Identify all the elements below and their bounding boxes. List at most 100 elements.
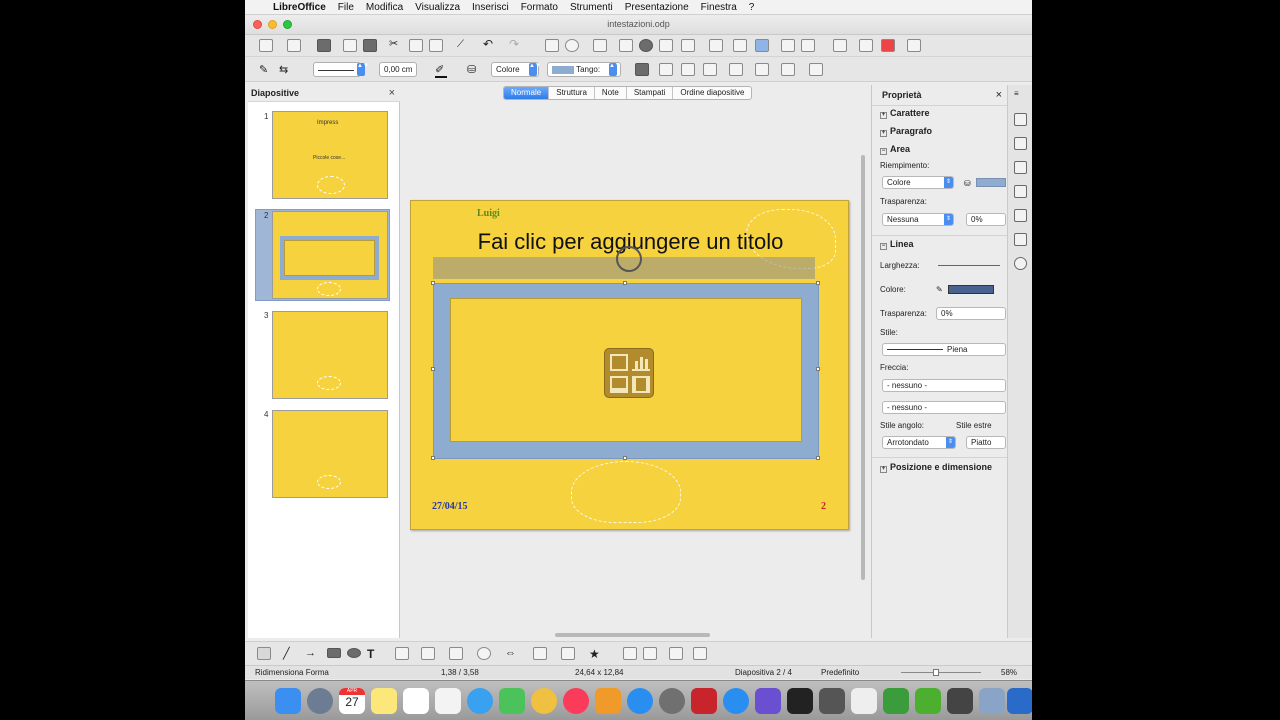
connector-icon[interactable]: [421, 647, 435, 660]
fontwork-icon[interactable]: [681, 39, 695, 52]
image-icon[interactable]: [619, 39, 633, 52]
line-color-pen-icon[interactable]: ✎: [936, 285, 945, 294]
sidebar-toggle-icon[interactable]: [907, 39, 921, 52]
navigator-icon[interactable]: [881, 39, 895, 52]
resize-handle-bl[interactable]: [431, 456, 435, 460]
insert-video-icon[interactable]: [632, 376, 650, 393]
points-icon[interactable]: [623, 647, 637, 660]
copy-icon[interactable]: [409, 39, 423, 52]
chart-icon[interactable]: [639, 39, 653, 52]
line-color-swatch[interactable]: [948, 285, 994, 294]
line-color-icon[interactable]: ✐: [435, 63, 449, 76]
select-arrow-icon[interactable]: [257, 647, 271, 660]
menu-inserisci[interactable]: Inserisci: [466, 2, 515, 13]
resize-handle-t[interactable]: [623, 281, 627, 285]
section-paragrafo[interactable]: + Paragrafo: [880, 126, 932, 137]
cap-style-select[interactable]: Piatto: [966, 436, 1006, 449]
menu-help[interactable]: ?: [743, 2, 761, 13]
menu-strumenti[interactable]: Strumenti: [564, 2, 619, 13]
callouts-icon[interactable]: [561, 647, 575, 660]
group-icon[interactable]: [809, 63, 823, 76]
stars-icon[interactable]: ★: [589, 647, 603, 661]
slide-thumb-2[interactable]: [272, 211, 388, 299]
close-icon[interactable]: ×: [996, 89, 1002, 101]
libreoffice-writer-icon[interactable]: [1007, 688, 1032, 714]
contacts-icon[interactable]: [435, 688, 461, 714]
bring-front-icon[interactable]: [659, 63, 673, 76]
kindle-icon[interactable]: [787, 688, 813, 714]
facetime-icon[interactable]: [499, 688, 525, 714]
media-icon[interactable]: [659, 39, 673, 52]
system-preferences-icon[interactable]: [659, 688, 685, 714]
master-slides-icon[interactable]: [1014, 137, 1027, 150]
utorrent-icon[interactable]: [915, 688, 941, 714]
distribute-icon[interactable]: [729, 63, 743, 76]
close-icon[interactable]: ×: [389, 87, 395, 99]
save-icon[interactable]: [317, 39, 331, 52]
content-placeholder[interactable]: [450, 298, 802, 442]
line-style-arrows[interactable]: ▲▼: [357, 63, 369, 76]
page-layout-icon[interactable]: [733, 39, 747, 52]
start-presentation-icon[interactable]: [781, 39, 795, 52]
block-arrows-icon[interactable]: ⇔: [505, 647, 519, 660]
slide-thumb-3[interactable]: [272, 311, 388, 399]
resize-handle-b[interactable]: [623, 456, 627, 460]
navigator-icon[interactable]: [1014, 257, 1027, 270]
align-icon[interactable]: [703, 63, 717, 76]
virtualbox-icon[interactable]: [979, 688, 1005, 714]
clone-formatting-icon[interactable]: ⟋: [457, 39, 471, 52]
imovie-star-icon[interactable]: [755, 688, 781, 714]
fill-color-swatch[interactable]: [976, 178, 1006, 187]
send-back-icon[interactable]: [681, 63, 695, 76]
insert-table-icon[interactable]: [610, 354, 628, 371]
wifi-icon[interactable]: [723, 688, 749, 714]
menu-modifica[interactable]: Modifica: [360, 2, 409, 13]
basic-shapes-icon[interactable]: [709, 39, 723, 52]
tab-note[interactable]: Note: [595, 87, 627, 99]
line-transparency-field[interactable]: 0%: [936, 307, 1006, 320]
section-linea[interactable]: − Linea: [880, 239, 914, 250]
calendar-icon[interactable]: APR 27: [339, 688, 365, 714]
display-views-icon[interactable]: [801, 39, 815, 52]
export-pdf-icon[interactable]: [343, 39, 357, 52]
resize-handle-l[interactable]: [431, 367, 435, 371]
status-zoom[interactable]: 58%: [1001, 668, 1017, 677]
cut-icon[interactable]: ✂: [389, 39, 403, 52]
glue-points-icon[interactable]: [643, 647, 657, 660]
line-tool-icon[interactable]: ╱: [283, 647, 297, 660]
menu-formato[interactable]: Formato: [515, 2, 564, 13]
resize-handle-tl[interactable]: [431, 281, 435, 285]
filezilla-icon[interactable]: [691, 688, 717, 714]
menu-finestra[interactable]: Finestra: [695, 2, 743, 13]
resize-handle-br[interactable]: [816, 456, 820, 460]
line-width-field[interactable]: 0,00 cm: [379, 62, 417, 77]
section-posizione-dimensione[interactable]: + Posizione e dimensione: [880, 462, 992, 473]
area-color-arrows[interactable]: ▲▼: [609, 63, 621, 76]
finder-icon[interactable]: [275, 688, 301, 714]
resize-handle-r[interactable]: [816, 367, 820, 371]
horizontal-scrollbar[interactable]: [555, 633, 710, 637]
basic-shapes-icon[interactable]: [449, 647, 463, 660]
notes-icon[interactable]: [371, 688, 397, 714]
resize-handle-tr[interactable]: [816, 281, 820, 285]
curve-icon[interactable]: [395, 647, 409, 660]
properties-deck-icon[interactable]: [1014, 113, 1027, 126]
insert-chart-icon[interactable]: [632, 354, 650, 371]
messages-icon[interactable]: [467, 688, 493, 714]
symbol-shapes-icon[interactable]: [477, 647, 491, 660]
new-document-icon[interactable]: [259, 39, 273, 52]
menu-file[interactable]: File: [332, 2, 360, 13]
reminders-icon[interactable]: [403, 688, 429, 714]
arrow-style-icon[interactable]: ⇆: [279, 63, 293, 76]
section-carattere[interactable]: + Carattere: [880, 108, 930, 119]
selected-shape[interactable]: [433, 283, 819, 459]
insert-image-icon[interactable]: [693, 647, 707, 660]
sidebar-menu-icon[interactable]: ≡: [1014, 89, 1027, 102]
libreoffice-calc-icon[interactable]: [883, 688, 909, 714]
area-transparency-percent[interactable]: 0%: [966, 213, 1006, 226]
spelling-icon[interactable]: [545, 39, 559, 52]
menu-app[interactable]: LibreOffice: [267, 2, 332, 13]
fill-bucket-icon[interactable]: ⛁: [964, 179, 974, 188]
animation-star-icon[interactable]: [1014, 161, 1027, 174]
textedit-icon[interactable]: [851, 688, 877, 714]
